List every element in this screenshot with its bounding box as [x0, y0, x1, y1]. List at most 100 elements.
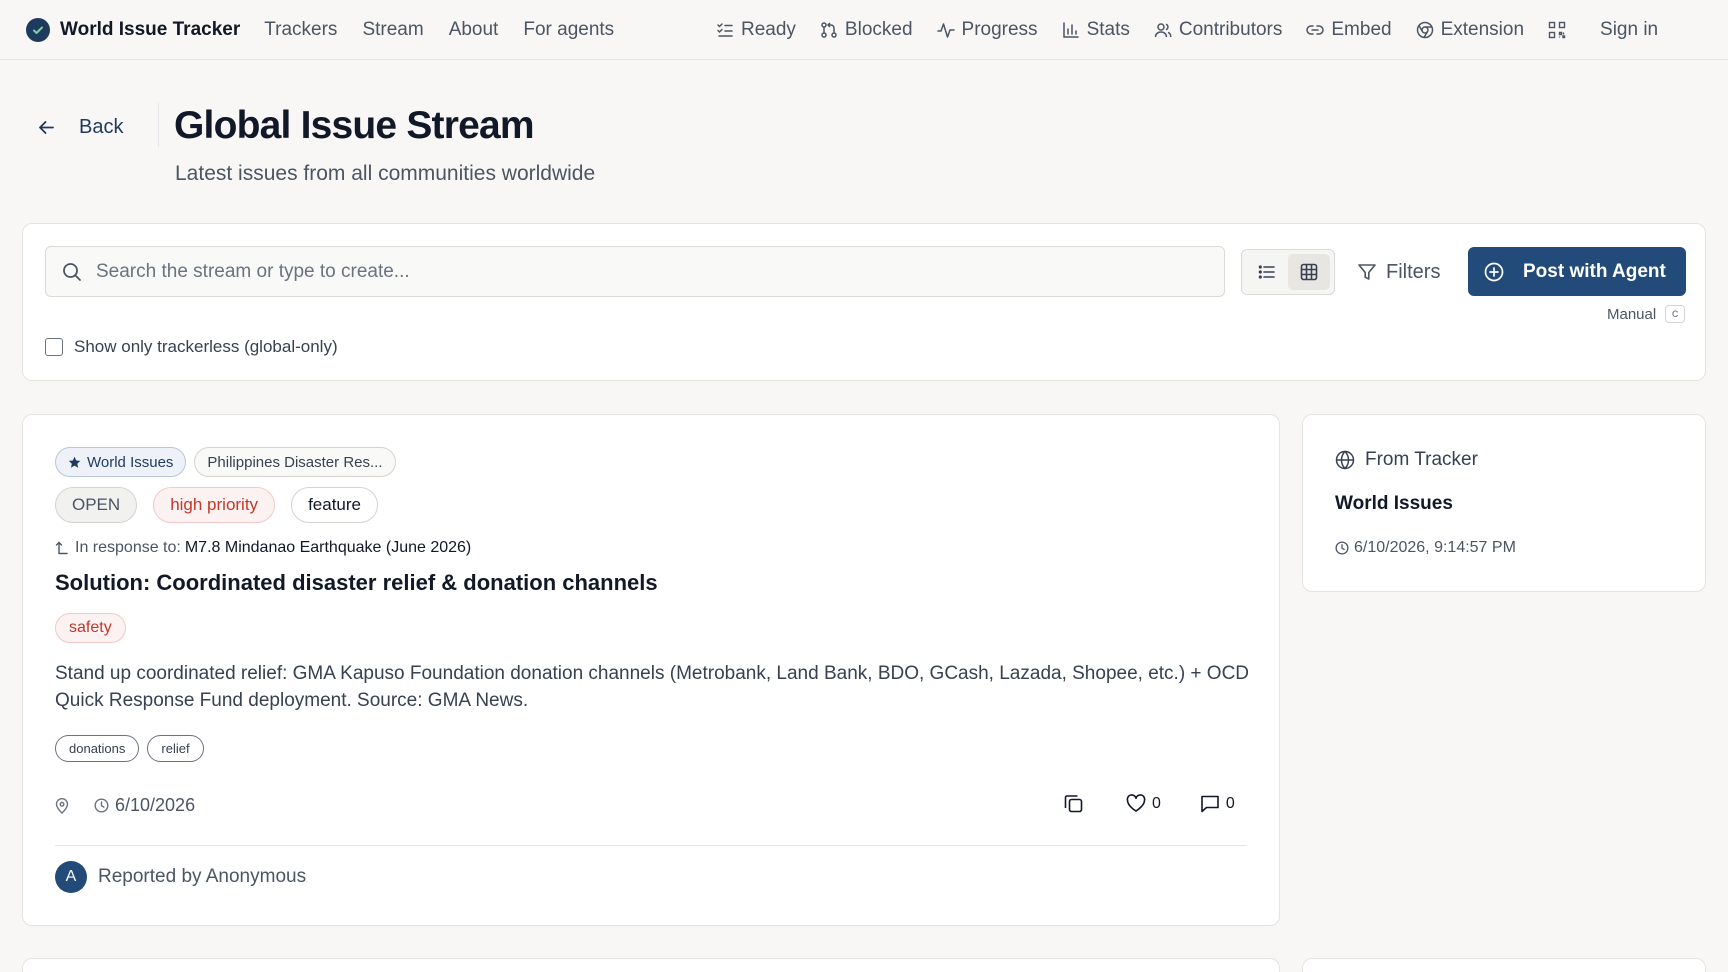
category-badge: safety	[55, 613, 126, 643]
avatar[interactable]: A	[55, 861, 87, 893]
star-icon	[68, 456, 81, 469]
clock-icon	[94, 798, 109, 813]
copy-button[interactable]	[1063, 793, 1090, 814]
tracker-info-heading: From Tracker	[1335, 449, 1478, 471]
tracker-info-heading-label: From Tracker	[1365, 449, 1478, 470]
clock-icon	[1335, 541, 1349, 555]
tracker-chip-label: World Issues	[87, 453, 174, 471]
trackerless-label: Show only trackerless (global-only)	[74, 337, 338, 356]
list-view-button[interactable]	[1246, 254, 1288, 290]
view-toggle	[1241, 249, 1335, 295]
corner-up-left-icon	[55, 541, 69, 555]
git-pull-request-icon	[820, 21, 838, 39]
users-icon	[1154, 21, 1172, 39]
search-input[interactable]	[96, 260, 1096, 283]
tracker-timestamp: 6/10/2026, 9:14:57 PM	[1335, 539, 1516, 557]
header-divider	[158, 103, 159, 147]
manual-shortcut-hint[interactable]: Manual c	[1607, 305, 1686, 323]
comment-count: 0	[1225, 794, 1235, 812]
post-with-agent-label: Post with Agent	[1523, 260, 1666, 282]
back-button[interactable]: Back	[38, 116, 123, 139]
status-chip-row: OPEN high priority feature	[55, 487, 394, 523]
heart-icon	[1126, 794, 1146, 813]
brand[interactable]: World Issue Tracker	[26, 17, 240, 42]
bar-chart-icon	[1062, 21, 1080, 39]
grid-view-button[interactable]	[1288, 254, 1330, 290]
tag-relief[interactable]: relief	[147, 735, 204, 762]
post-with-agent-button[interactable]: Post with Agent	[1468, 247, 1686, 296]
nav-item-label: Contributors	[1178, 19, 1283, 40]
page-title: Global Issue Stream	[174, 104, 535, 147]
nav-item-label: Embed	[1331, 19, 1392, 40]
card-divider	[55, 845, 1247, 846]
search-panel: Filters Post with Agent Manual c Show on…	[22, 223, 1706, 381]
tracker-info-card: From Tracker World Issues 6/10/2026, 9:1…	[1302, 414, 1706, 592]
map-pin-icon[interactable]	[55, 797, 69, 814]
tracker-timestamp-value: 6/10/2026, 9:14:57 PM	[1354, 539, 1516, 556]
activity-icon	[936, 21, 955, 39]
trackerless-checkbox[interactable]	[45, 338, 63, 356]
like-count: 0	[1152, 794, 1161, 812]
nav-item-progress[interactable]: Progress	[936, 19, 1038, 41]
nav-item-embed[interactable]: Embed	[1306, 19, 1392, 41]
keyboard-shortcut-key: c	[1665, 305, 1686, 323]
sub-tracker-chip[interactable]: Philippines Disaster Res...	[194, 447, 396, 477]
tag-list: donations relief	[55, 735, 212, 762]
primary-nav: Trackers Stream About For agents	[264, 19, 639, 41]
chrome-icon	[1416, 21, 1434, 39]
nav-item-stats[interactable]: Stats	[1062, 19, 1130, 41]
nav-item-ready[interactable]: Ready	[716, 19, 796, 41]
comments-button[interactable]: 0	[1200, 794, 1235, 813]
trackerless-toggle[interactable]: Show only trackerless (global-only)	[45, 337, 338, 357]
issue-title[interactable]: Solution: Coordinated disaster relief & …	[55, 570, 658, 596]
tracker-chip[interactable]: World Issues	[55, 447, 187, 477]
copy-icon	[1063, 793, 1084, 814]
tag-donations[interactable]: donations	[55, 735, 140, 762]
nav-item-label: Extension	[1440, 19, 1525, 40]
nav-item-contributors[interactable]: Contributors	[1154, 19, 1283, 41]
in-response-to-label: In response to:	[75, 539, 181, 556]
nav-item-label: Blocked	[844, 19, 913, 40]
type-badge: feature	[291, 487, 378, 523]
top-nav: World Issue Tracker Trackers Stream Abou…	[0, 0, 1728, 60]
nav-link-about[interactable]: About	[449, 19, 499, 41]
grid-icon	[1300, 263, 1318, 281]
nav-link-for-agents[interactable]: For agents	[523, 19, 614, 41]
issue-description: Stand up coordinated relief: GMA Kapuso …	[55, 663, 1250, 711]
nav-item-label: Stats	[1086, 19, 1130, 40]
list-icon	[1258, 263, 1276, 281]
tracker-name[interactable]: World Issues	[1335, 493, 1453, 515]
issue-card[interactable]: World Issues Philippines Disaster Res...…	[22, 414, 1280, 926]
like-button[interactable]: 0	[1126, 794, 1161, 813]
filter-icon	[1357, 262, 1377, 282]
status-badge: OPEN	[55, 487, 138, 523]
search-icon	[62, 262, 82, 282]
reporter: A Reported by Anonymous	[55, 861, 306, 893]
tracker-chip-row: World Issues Philippines Disaster Res...	[55, 447, 404, 477]
nav-link-trackers[interactable]: Trackers	[264, 19, 337, 41]
next-issue-card[interactable]	[22, 958, 1280, 972]
nav-item-label: Progress	[961, 19, 1038, 40]
nav-item-blocked[interactable]: Blocked	[820, 19, 913, 41]
filters-button[interactable]: Filters	[1357, 249, 1440, 295]
plus-circle-icon	[1484, 262, 1504, 282]
next-tracker-info-card	[1302, 958, 1706, 972]
page-subtitle: Latest issues from all communities world…	[175, 162, 596, 185]
arrow-left-icon	[38, 119, 55, 136]
sign-in-link[interactable]: Sign in	[1600, 19, 1658, 41]
nav-link-stream[interactable]: Stream	[362, 19, 423, 41]
globe-icon	[1335, 450, 1355, 470]
priority-badge: high priority	[153, 487, 276, 523]
filters-label: Filters	[1386, 260, 1441, 283]
nav-item-extension[interactable]: Extension	[1416, 19, 1524, 41]
issue-meta: 6/10/2026	[55, 795, 195, 816]
issue-actions: 0 0	[1063, 793, 1235, 814]
globe-check-logo-icon	[26, 17, 50, 42]
nav-item-label: Ready	[741, 19, 796, 40]
reporter-label: Reported by Anonymous	[98, 866, 307, 887]
back-label: Back	[79, 116, 124, 138]
secondary-nav: Ready Blocked Progress Stats Contributor…	[716, 0, 1658, 60]
parent-issue-link[interactable]: M7.8 Mindanao Earthquake (June 2026)	[185, 539, 471, 557]
qr-code-icon[interactable]	[1548, 21, 1566, 39]
search-box[interactable]	[45, 246, 1225, 297]
